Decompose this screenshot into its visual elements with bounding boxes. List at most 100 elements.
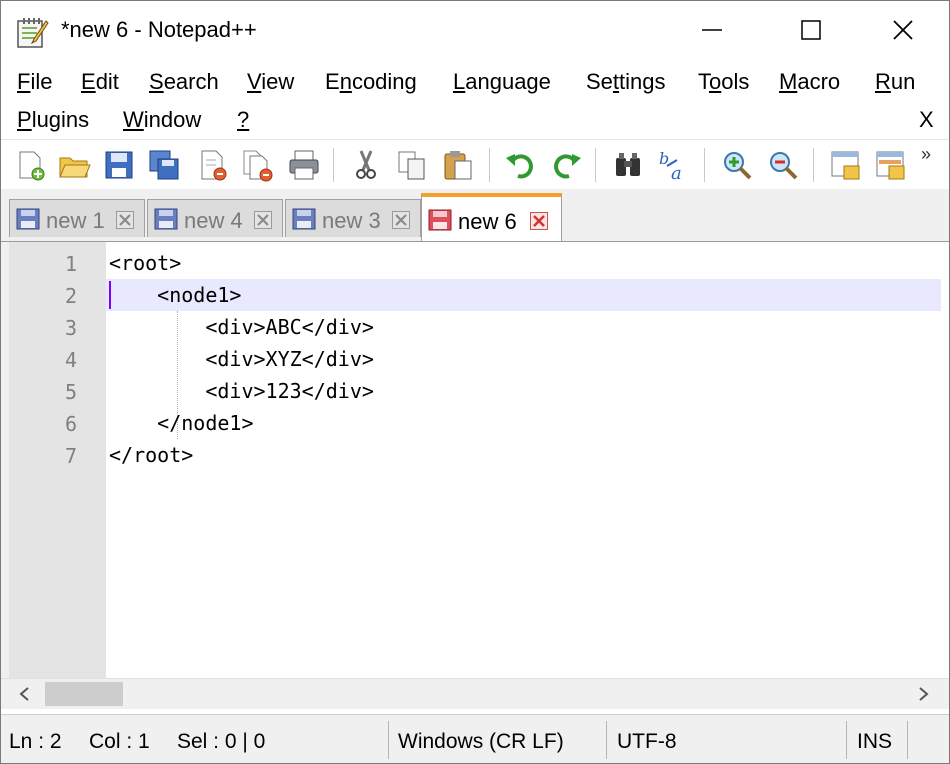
- line-number: 7: [64, 444, 77, 468]
- saved-file-icon: [16, 208, 40, 230]
- status-separator: [606, 721, 607, 759]
- tab-label: new 4: [184, 208, 243, 233]
- menu-help-mnemonic: ?: [237, 107, 250, 132]
- status-bar: Ln : 2 Col : 1 Sel : 0 | 0 Windows (CR L…: [1, 714, 949, 763]
- tab-new-4[interactable]: new 4: [147, 199, 283, 237]
- horizontal-scrollbar[interactable]: [1, 678, 949, 709]
- editor-area[interactable]: 1 2 3 4 5 6 7 <root> <node1> <div>ABC</d…: [1, 242, 949, 678]
- menu-macro[interactable]: Macro: [779, 69, 840, 95]
- menu-tools-mnemonic: o: [709, 69, 722, 94]
- tab-close-icon[interactable]: [530, 212, 548, 230]
- tab-new-3[interactable]: new 3: [285, 199, 421, 237]
- menu-encoding-label: coding: [351, 69, 417, 94]
- code-line: <div>ABC</div>: [109, 315, 374, 339]
- toolbar: ba »: [1, 139, 949, 190]
- menu-tools-label: ols: [721, 69, 750, 94]
- status-encoding: UTF-8: [617, 730, 677, 753]
- redo-icon[interactable]: [549, 148, 583, 182]
- menu-plugins-mnemonic: P: [17, 107, 32, 132]
- tab-label: new 6: [458, 209, 517, 234]
- close-all-icon[interactable]: [241, 148, 275, 182]
- tab-label: new 3: [322, 208, 381, 233]
- menu-edit-mnemonic: E: [81, 69, 96, 94]
- tab-new-6[interactable]: new 6: [421, 193, 562, 241]
- scroll-left-icon[interactable]: [15, 684, 35, 704]
- tab-close-icon[interactable]: [254, 211, 272, 229]
- menu-edit-label: dit: [95, 69, 119, 94]
- line-number: 6: [64, 412, 77, 436]
- menu-view[interactable]: View: [247, 69, 294, 95]
- code-line: <root>: [109, 251, 182, 275]
- menu-encoding-mnemonic: n: [339, 69, 352, 94]
- close-file-icon[interactable]: [196, 148, 230, 182]
- find-icon[interactable]: [611, 148, 645, 182]
- menu-help[interactable]: ?: [237, 107, 249, 133]
- line-number: 3: [64, 316, 77, 340]
- sync-horizontal-icon[interactable]: [874, 148, 908, 182]
- menu-tools-label-pre: T: [698, 69, 709, 94]
- menu-language-label: anguage: [465, 69, 551, 94]
- print-icon[interactable]: [287, 148, 321, 182]
- zoom-out-icon[interactable]: [766, 148, 800, 182]
- menu-run[interactable]: Run: [875, 69, 915, 95]
- menu-search-label: earch: [163, 69, 219, 94]
- close-window-icon[interactable]: [888, 15, 918, 45]
- menu-language-mnemonic: L: [453, 69, 466, 94]
- status-separator: [846, 721, 847, 759]
- replace-icon[interactable]: ba: [657, 148, 691, 182]
- menu-language[interactable]: Language: [453, 69, 551, 95]
- scroll-right-icon[interactable]: [913, 684, 933, 704]
- notepad-window: *new 6 - Notepad++ File Edit Search View…: [0, 0, 950, 764]
- toolbar-separator: [489, 148, 490, 182]
- menu-edit[interactable]: Edit: [81, 69, 119, 95]
- line-number-gutter: 1 2 3 4 5 6 7: [9, 242, 106, 678]
- status-selection: Sel : 0 | 0: [177, 730, 266, 753]
- close-document-button[interactable]: X: [919, 107, 934, 133]
- menu-settings-label: tings: [619, 69, 666, 94]
- maximize-icon[interactable]: [796, 15, 826, 45]
- menu-macro-mnemonic: M: [779, 69, 798, 94]
- status-separator: [388, 721, 389, 759]
- menu-plugins-label: lugins: [31, 107, 90, 132]
- menu-view-mnemonic: V: [247, 69, 262, 94]
- open-file-icon[interactable]: [57, 148, 91, 182]
- unsaved-file-icon: [428, 209, 452, 231]
- line-number: 4: [64, 348, 77, 372]
- save-icon[interactable]: [102, 148, 136, 182]
- tab-close-icon[interactable]: [392, 211, 410, 229]
- tab-bar: new 1 new 4 new 3 new 6: [1, 189, 949, 242]
- cut-icon[interactable]: [349, 148, 383, 182]
- menu-plugins[interactable]: Plugins: [17, 107, 89, 133]
- code-line: </root>: [109, 443, 194, 467]
- text-caret: [109, 281, 111, 309]
- menu-search[interactable]: Search: [149, 69, 219, 95]
- save-all-icon[interactable]: [147, 148, 181, 182]
- menu-tools[interactable]: Tools: [698, 69, 749, 95]
- zoom-in-icon[interactable]: [720, 148, 754, 182]
- menu-run-mnemonic: R: [875, 69, 891, 94]
- menu-macro-label: acro: [797, 69, 841, 94]
- paste-icon[interactable]: [441, 148, 475, 182]
- line-number: 2: [64, 284, 77, 308]
- toolbar-overflow-button[interactable]: »: [921, 144, 931, 165]
- title-bar[interactable]: *new 6 - Notepad++: [1, 1, 949, 63]
- toolbar-separator: [333, 148, 334, 182]
- menu-settings[interactable]: Settings: [586, 69, 666, 95]
- menu-encoding[interactable]: Encoding: [325, 69, 417, 95]
- menu-encoding-label-pre: E: [325, 69, 340, 94]
- new-file-icon[interactable]: [13, 148, 47, 182]
- menu-file[interactable]: File: [17, 69, 52, 95]
- line-number: 1: [64, 252, 77, 276]
- scrollbar-thumb[interactable]: [45, 682, 123, 706]
- tab-close-icon[interactable]: [116, 211, 134, 229]
- menu-window[interactable]: Window: [123, 107, 201, 133]
- sync-vertical-icon[interactable]: [829, 148, 863, 182]
- undo-icon[interactable]: [504, 148, 538, 182]
- menu-file-mnemonic: F: [17, 69, 31, 94]
- minimize-icon[interactable]: [697, 15, 727, 45]
- menu-search-mnemonic: S: [149, 69, 164, 94]
- copy-icon[interactable]: [395, 148, 429, 182]
- svg-text:a: a: [671, 163, 682, 182]
- menu-file-label: ile: [30, 69, 53, 94]
- tab-new-1[interactable]: new 1: [9, 199, 145, 237]
